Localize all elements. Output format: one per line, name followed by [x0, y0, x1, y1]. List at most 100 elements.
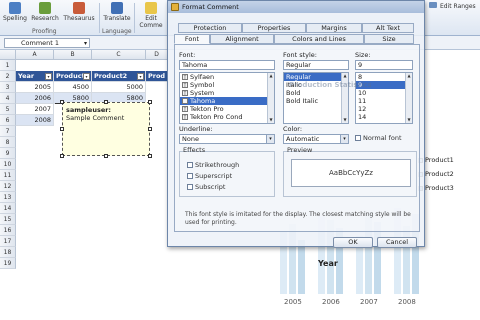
list-item[interactable]: Regular	[284, 73, 348, 81]
cancel-button[interactable]: Cancel	[377, 237, 417, 248]
tab-alt-text[interactable]: Alt Text	[362, 23, 414, 33]
tab-colors-and-lines[interactable]: Colors and Lines	[274, 34, 364, 44]
row-header[interactable]: 3	[0, 82, 16, 93]
row-header[interactable]: 6	[0, 115, 16, 126]
thesaurus-button[interactable]: Thesaurus	[62, 2, 96, 26]
superscript-checkbox[interactable]: Superscript	[187, 172, 232, 180]
edit-ranges-button[interactable]: Edit Ranges	[440, 3, 476, 10]
checkbox-box[interactable]	[187, 184, 193, 190]
scroll-up-icon[interactable]: ▲	[268, 73, 274, 79]
header-cell-product3[interactable]: Prod	[146, 71, 168, 82]
list-item[interactable]: T System	[180, 89, 274, 97]
list-item[interactable]: 11	[356, 97, 412, 105]
table-cell[interactable]: 2005	[16, 82, 54, 93]
tab-margins[interactable]: Margins	[306, 23, 362, 33]
row-header[interactable]: 11	[0, 170, 16, 181]
table-cell[interactable]: 2006	[16, 93, 54, 104]
select-all-corner[interactable]	[0, 50, 16, 60]
checkbox-box[interactable]	[187, 162, 193, 168]
list-item[interactable]: 14	[356, 113, 412, 121]
checkbox-box[interactable]	[187, 173, 193, 179]
edit-comment-button[interactable]: Edit Comme	[136, 2, 166, 29]
row-header[interactable]: 19	[0, 258, 16, 269]
subscript-checkbox[interactable]: Subscript	[187, 183, 226, 191]
row-header[interactable]: 15	[0, 214, 16, 225]
row-header[interactable]: 13	[0, 192, 16, 203]
tab-font[interactable]: Font	[174, 34, 210, 44]
list-item[interactable]: T Tekton Pro	[180, 105, 274, 113]
column-header[interactable]: B	[54, 50, 92, 60]
list-item[interactable]: Bold Italic	[284, 97, 348, 105]
resize-handle[interactable]	[60, 100, 64, 104]
spelling-button[interactable]: Spelling	[2, 2, 28, 26]
normal-font-checkbox[interactable]: Normal font	[355, 134, 402, 142]
row-header[interactable]: 14	[0, 203, 16, 214]
font-style-list[interactable]: Regular Italic Bold Bold Italic ▲ ▼	[283, 72, 349, 124]
chevron-down-icon[interactable]: ▾	[84, 39, 87, 48]
row-header[interactable]: 16	[0, 225, 16, 236]
scroll-up-icon[interactable]: ▲	[406, 73, 412, 79]
list-item[interactable]: 12	[356, 105, 412, 113]
list-item[interactable]: T Sylfaen	[180, 73, 274, 81]
resize-handle[interactable]	[148, 127, 152, 131]
scroll-down-icon[interactable]: ▼	[342, 117, 348, 123]
header-cell-product2[interactable]: Product2 ▾	[92, 71, 146, 82]
scroll-down-icon[interactable]: ▼	[406, 117, 412, 123]
table-cell[interactable]: 2008	[16, 115, 54, 126]
list-item[interactable]: T Tekton Pro Cond	[180, 113, 274, 121]
resize-handle[interactable]	[104, 154, 108, 158]
ok-button[interactable]: OK	[333, 237, 373, 248]
comment-box[interactable]: sampleuser: Sample Comment	[60, 100, 152, 158]
row-header[interactable]: 2	[0, 71, 16, 82]
underline-select[interactable]: None ▾	[179, 134, 275, 144]
table-cell[interactable]: 4500	[54, 82, 92, 93]
filter-dropdown-icon[interactable]: ▾	[45, 73, 52, 80]
list-item[interactable]: Bold	[284, 89, 348, 97]
name-box[interactable]: Comment 1 ▾	[4, 38, 90, 48]
row-header[interactable]: 7	[0, 126, 16, 137]
strikethrough-checkbox[interactable]: Strikethrough	[187, 161, 239, 169]
research-button[interactable]: Research	[30, 2, 60, 26]
table-cell[interactable]: 5000	[92, 82, 146, 93]
checkbox-box[interactable]	[355, 135, 361, 141]
row-header[interactable]: 9	[0, 148, 16, 159]
list-item[interactable]: 10	[356, 89, 412, 97]
column-header[interactable]: C	[92, 50, 146, 60]
header-cell-year[interactable]: Year ▾	[16, 71, 54, 82]
size-input[interactable]: 9	[355, 60, 413, 70]
resize-handle[interactable]	[104, 100, 108, 104]
tab-protection[interactable]: Protection	[178, 23, 242, 33]
font-style-input[interactable]: Regular	[283, 60, 349, 70]
row-header[interactable]: 1	[0, 60, 16, 71]
list-item[interactable]: T Symbol	[180, 81, 274, 89]
list-item[interactable]: T Tahoma	[180, 97, 274, 105]
size-list[interactable]: 8 9 10 11 12 14 ▲ ▼	[355, 72, 413, 124]
filter-dropdown-icon[interactable]: ▾	[83, 73, 90, 80]
row-header[interactable]: 8	[0, 137, 16, 148]
resize-handle[interactable]	[60, 154, 64, 158]
scroll-down-icon[interactable]: ▼	[268, 117, 274, 123]
row-header[interactable]: 18	[0, 247, 16, 258]
scroll-up-icon[interactable]: ▲	[342, 73, 348, 79]
chevron-down-icon[interactable]: ▾	[340, 135, 348, 143]
column-header[interactable]: A	[16, 50, 54, 60]
row-header[interactable]: 10	[0, 159, 16, 170]
list-item[interactable]: 8	[356, 73, 412, 81]
size-list-scrollbar[interactable]: ▲ ▼	[405, 73, 412, 123]
row-header[interactable]: 4	[0, 93, 16, 104]
resize-handle[interactable]	[60, 127, 64, 131]
tab-properties[interactable]: Properties	[242, 23, 306, 33]
translate-button[interactable]: Translate	[102, 2, 132, 26]
font-input[interactable]: Tahoma	[179, 60, 275, 70]
resize-handle[interactable]	[148, 154, 152, 158]
tab-alignment[interactable]: Alignment	[210, 34, 274, 44]
filter-dropdown-icon[interactable]: ▾	[137, 73, 144, 80]
row-header[interactable]: 5	[0, 104, 16, 115]
font-list[interactable]: T Sylfaen T Symbol T System T Tahoma T Tekton Pro…	[179, 72, 275, 124]
dialog-title-bar[interactable]: Format Comment	[168, 1, 424, 13]
color-select[interactable]: Automatic ▾	[283, 134, 349, 144]
row-header[interactable]: 12	[0, 181, 16, 192]
resize-handle[interactable]	[148, 100, 152, 104]
table-cell[interactable]: 2007	[16, 104, 54, 115]
row-header[interactable]: 17	[0, 236, 16, 247]
